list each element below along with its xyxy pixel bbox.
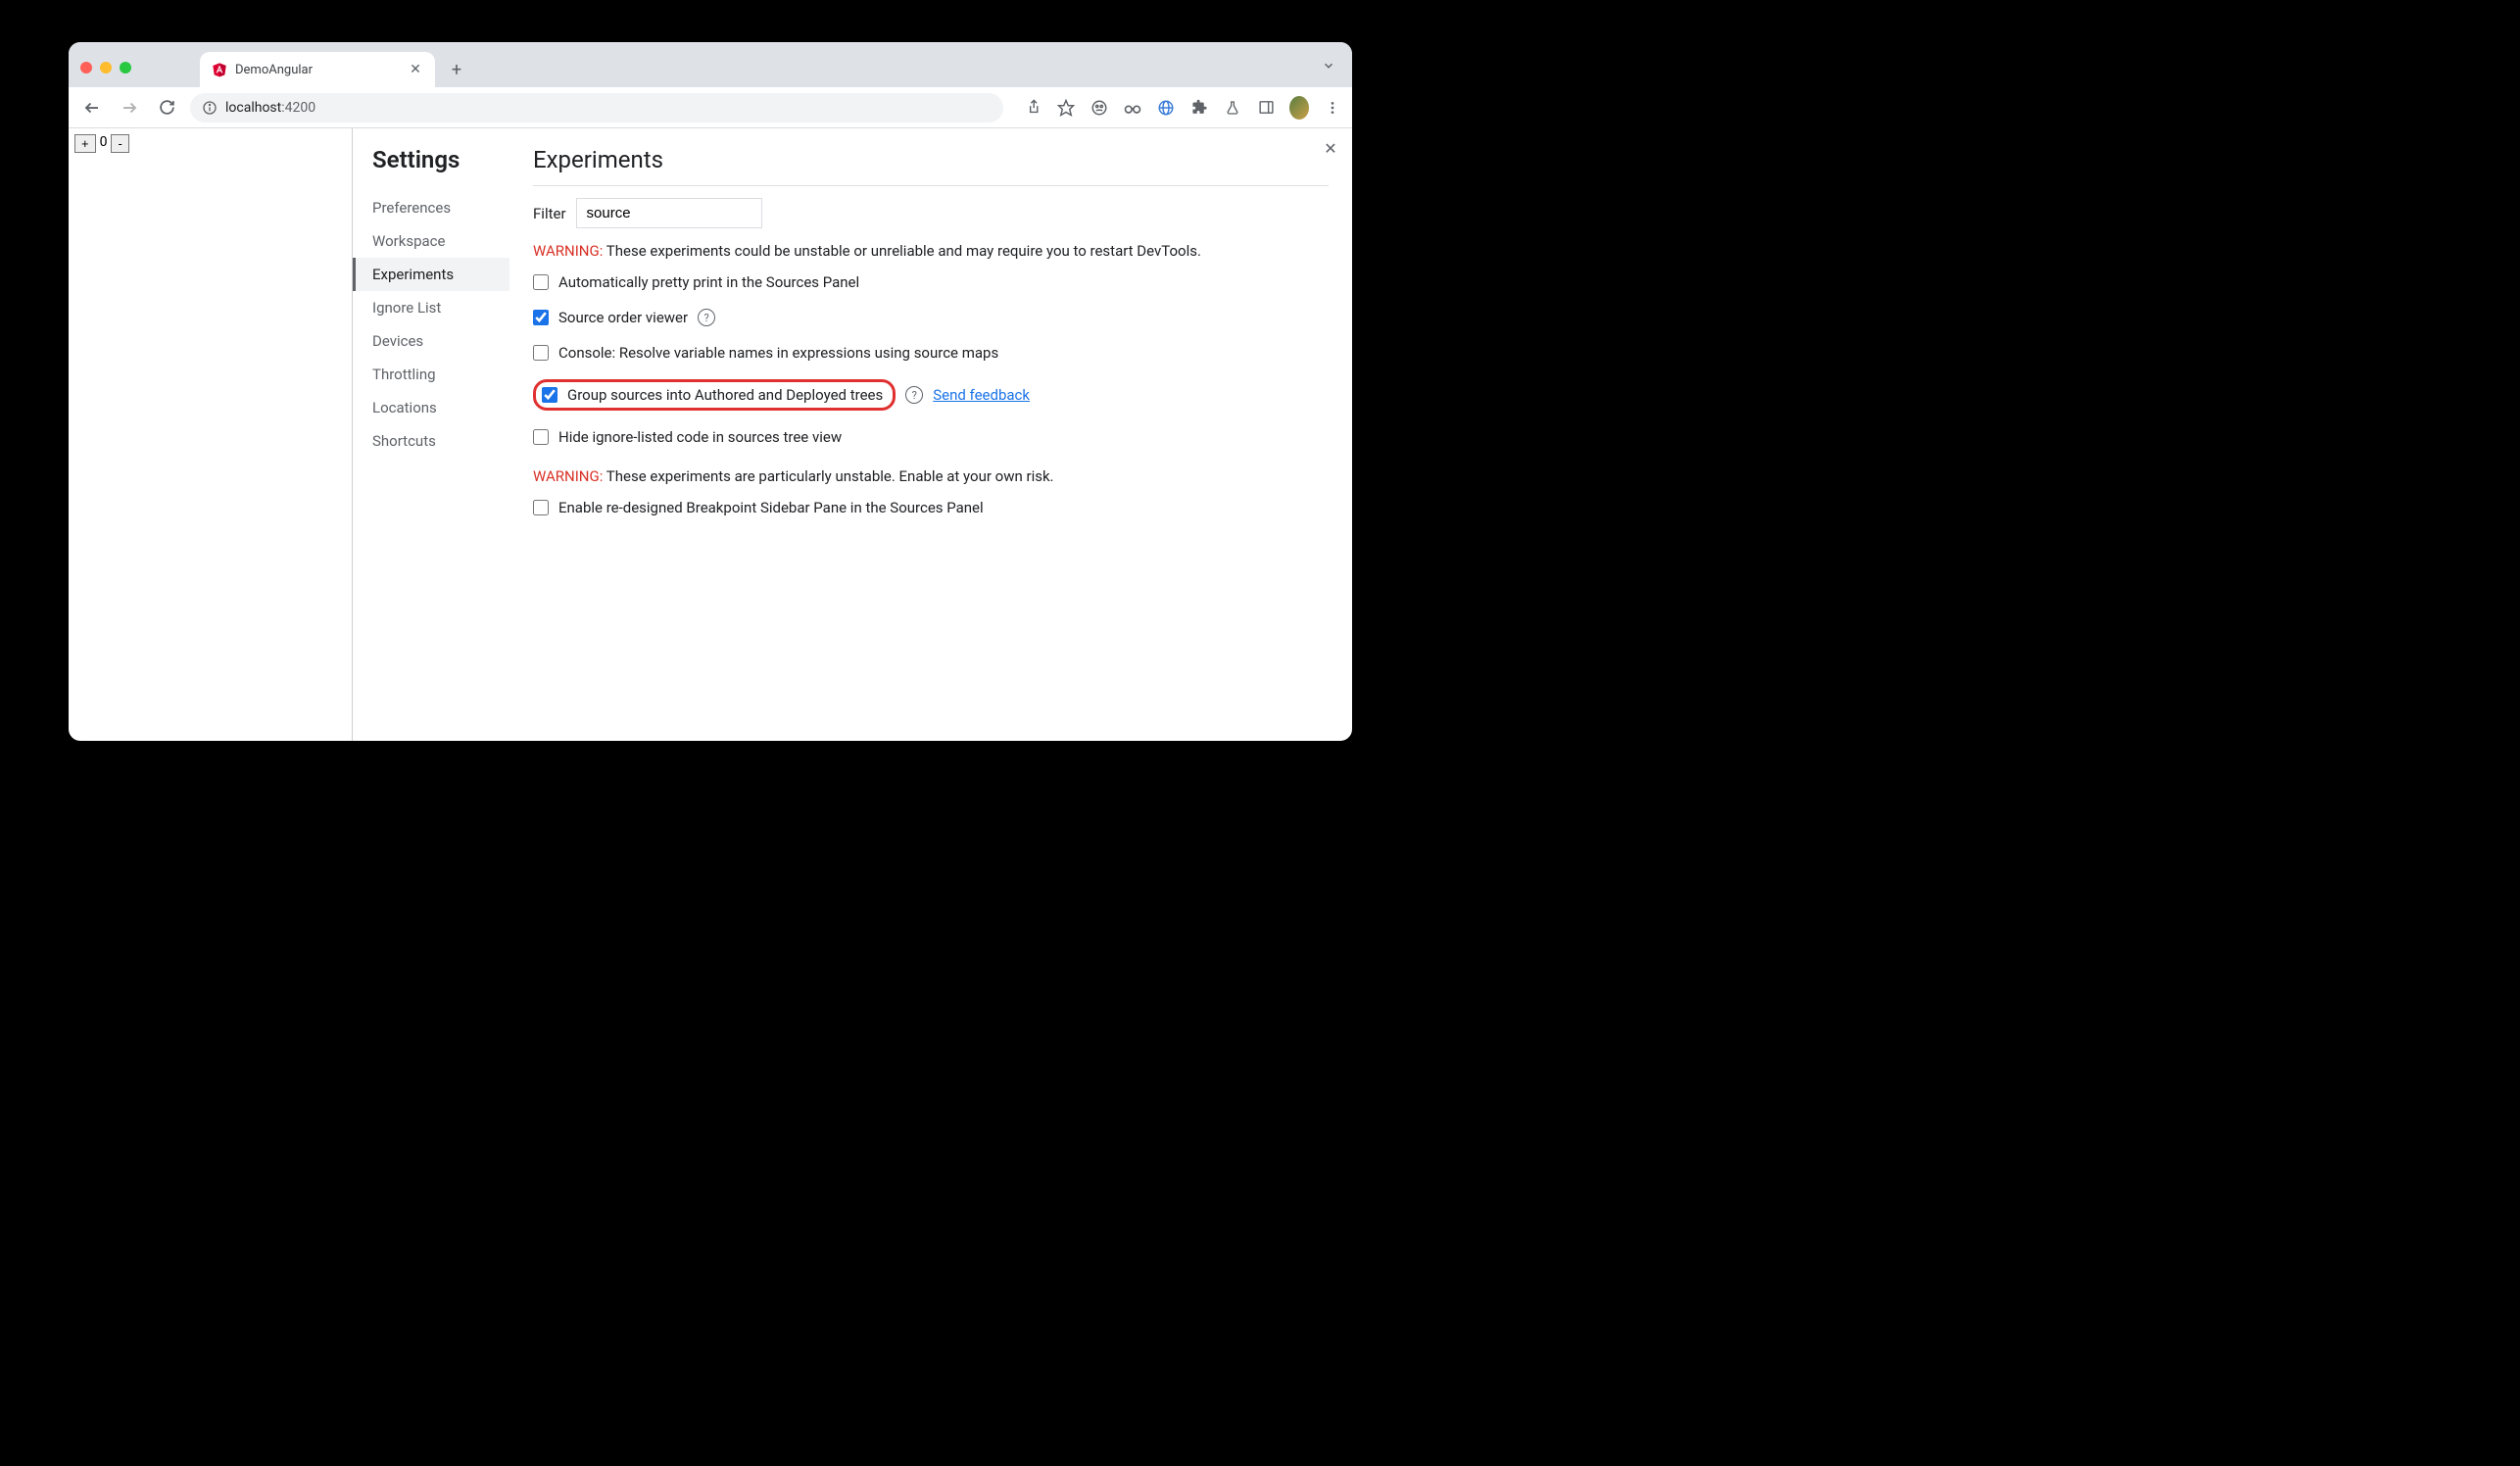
labs-icon[interactable] — [1223, 98, 1242, 118]
page-viewport: + 0 - — [69, 128, 353, 741]
filter-row: Filter — [533, 198, 1329, 228]
section-title: Experiments — [533, 146, 1329, 186]
back-button[interactable] — [78, 94, 106, 122]
experiment-option: Enable re-designed Breakpoint Sidebar Pa… — [533, 499, 1329, 516]
browser-window: DemoAngular ✕ + localhost:4200 — [69, 42, 1352, 741]
bookmark-star-icon[interactable] — [1056, 98, 1076, 118]
angular-icon — [212, 62, 227, 77]
content-area: + 0 - ✕ Settings PreferencesWorkspaceExp… — [69, 128, 1352, 741]
reload-button[interactable] — [153, 94, 180, 122]
help-icon[interactable]: ? — [698, 309, 715, 326]
sidebar-item-ignore-list[interactable]: Ignore List — [353, 291, 509, 324]
experiment-option: Hide ignore-listed code in sources tree … — [533, 428, 1329, 446]
sidebar-item-throttling[interactable]: Throttling — [353, 358, 509, 391]
address-bar[interactable]: localhost:4200 — [190, 93, 1003, 122]
experiment-option: Console: Resolve variable names in expre… — [533, 344, 1329, 362]
maximize-window-button[interactable] — [120, 62, 131, 73]
counter-value: 0 — [100, 134, 108, 150]
experiment-label: Automatically pretty print in the Source… — [558, 273, 859, 291]
glasses-icon[interactable] — [1123, 98, 1142, 118]
settings-sidebar: Settings PreferencesWorkspaceExperiments… — [353, 128, 509, 741]
profile-avatar[interactable] — [1289, 98, 1309, 118]
experiment-checkbox[interactable] — [533, 500, 549, 515]
experiment-label: Enable re-designed Breakpoint Sidebar Pa… — [558, 499, 984, 516]
experiment-option: Automatically pretty print in the Source… — [533, 273, 1329, 291]
new-tab-button[interactable]: + — [443, 56, 470, 83]
extensions-icon[interactable] — [1189, 98, 1209, 118]
experiment-option: Group sources into Authored and Deployed… — [533, 379, 1329, 411]
globe-icon[interactable] — [1156, 98, 1176, 118]
experiment-label: Console: Resolve variable names in expre… — [558, 344, 998, 362]
settings-title: Settings — [372, 146, 509, 173]
sidebar-item-experiments[interactable]: Experiments — [353, 258, 509, 291]
menu-icon[interactable] — [1323, 98, 1342, 118]
experiment-checkbox[interactable] — [533, 345, 549, 361]
minimize-window-button[interactable] — [100, 62, 112, 73]
browser-tab[interactable]: DemoAngular ✕ — [200, 52, 435, 87]
decrement-button[interactable]: - — [111, 134, 128, 153]
experiment-checkbox[interactable] — [533, 310, 549, 325]
filter-label: Filter — [533, 205, 566, 222]
experiment-checkbox[interactable] — [542, 387, 557, 403]
warning-text-2: WARNING: These experiments are particula… — [533, 467, 1329, 485]
toolbar-actions — [1023, 98, 1342, 118]
close-window-button[interactable] — [80, 62, 92, 73]
experiment-checkbox[interactable] — [533, 429, 549, 445]
incognito-icon[interactable] — [1090, 98, 1109, 118]
experiment-checkbox[interactable] — [533, 274, 549, 290]
send-feedback-link[interactable]: Send feedback — [933, 386, 1030, 404]
close-tab-icon[interactable]: ✕ — [408, 62, 423, 77]
help-icon[interactable]: ? — [905, 386, 923, 404]
share-icon[interactable] — [1023, 98, 1042, 118]
sidebar-item-preferences[interactable]: Preferences — [353, 191, 509, 224]
settings-main: Experiments Filter WARNING: These experi… — [509, 128, 1352, 741]
filter-input[interactable] — [576, 198, 762, 228]
sidebar-item-workspace[interactable]: Workspace — [353, 224, 509, 258]
experiment-option: Source order viewer? — [533, 309, 1329, 326]
experiment-label: Source order viewer — [558, 309, 688, 326]
toolbar: localhost:4200 — [69, 87, 1352, 128]
sidebar-item-locations[interactable]: Locations — [353, 391, 509, 424]
forward-button[interactable] — [116, 94, 143, 122]
window-controls — [80, 62, 131, 73]
site-info-icon[interactable] — [202, 100, 218, 116]
sidebar-item-devices[interactable]: Devices — [353, 324, 509, 358]
devtools-panel: ✕ Settings PreferencesWorkspaceExperimen… — [353, 128, 1352, 741]
url-text: localhost:4200 — [225, 100, 315, 116]
tab-title: DemoAngular — [235, 63, 313, 77]
highlighted-option: Group sources into Authored and Deployed… — [533, 379, 896, 411]
close-icon[interactable]: ✕ — [1321, 138, 1340, 158]
increment-button[interactable]: + — [74, 134, 96, 153]
side-panel-icon[interactable] — [1256, 98, 1276, 118]
sidebar-item-shortcuts[interactable]: Shortcuts — [353, 424, 509, 458]
warning-text: WARNING: These experiments could be unst… — [533, 242, 1329, 260]
experiment-label: Group sources into Authored and Deployed… — [567, 386, 883, 404]
tab-strip: DemoAngular ✕ + — [69, 42, 1352, 87]
tab-search-button[interactable] — [1317, 54, 1340, 77]
experiment-label: Hide ignore-listed code in sources tree … — [558, 428, 842, 446]
